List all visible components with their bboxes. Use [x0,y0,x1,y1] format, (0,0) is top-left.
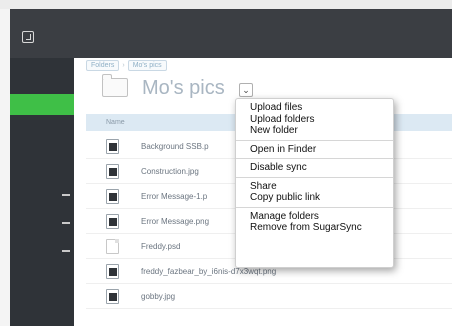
menu-item-disable-sync[interactable]: Disable sync [250,162,393,174]
menu-item-copy-public-link[interactable]: Copy public link [250,192,393,204]
menu-group: Upload files Upload folders New folder [236,99,393,141]
sidebar [10,58,74,326]
menu-item-manage-folders[interactable]: Manage folders [250,211,393,223]
sidebar-item-marker [62,250,70,252]
menu-group: Share Copy public link [236,178,393,208]
breadcrumb-folders[interactable]: Folders [86,59,120,71]
folder-options-button[interactable]: ⌄ [239,83,253,97]
sidebar-item-marker [62,194,70,196]
file-name: Error Message.png [141,216,210,226]
breadcrumb-separator: › [122,61,125,69]
image-file-icon [106,163,119,179]
image-file-icon [106,213,119,229]
sidebar-item-marker [62,222,70,224]
app-toolbar [10,9,452,58]
folder-icon [101,74,128,97]
window-frame [0,0,452,9]
file-name: Background SSB.p [141,141,209,151]
folder-context-menu: Upload files Upload folders New folder Open… [235,98,394,268]
breadcrumb: Folders › Mo's pics [86,58,167,72]
document-file-icon [106,238,119,254]
menu-item-share[interactable]: Share [250,181,393,193]
menu-item-remove-from-sugarsync[interactable]: Remove from SugarSync [250,222,393,234]
file-name: gobby.jpg [141,291,176,301]
menu-item-new-folder[interactable]: New folder [250,125,393,137]
app-menu-icon[interactable] [22,31,34,43]
folder-title: Mo's pics [142,77,225,99]
menu-item-open-in-finder[interactable]: Open in Finder [250,144,393,156]
image-file-icon [106,138,119,154]
menu-group: Disable sync [236,159,393,178]
file-name: Construction.jpg [141,166,199,176]
menu-group: Manage folders Remove from SugarSync [236,208,393,237]
menu-item-upload-folders[interactable]: Upload folders [250,114,393,126]
image-file-icon [106,188,119,204]
menu-item-upload-files[interactable]: Upload files [250,102,393,114]
file-row[interactable]: gobby.jpg [86,284,452,309]
column-header-label: Name [106,119,125,126]
image-file-icon [106,263,119,279]
file-name: Freddy.psd [141,241,181,251]
menu-group: Open in Finder [236,141,393,159]
breadcrumb-current-folder[interactable]: Mo's pics [127,59,167,71]
image-file-icon [106,288,119,304]
file-name: Error Message-1.p [141,191,208,201]
sidebar-selected-item[interactable] [10,94,74,115]
